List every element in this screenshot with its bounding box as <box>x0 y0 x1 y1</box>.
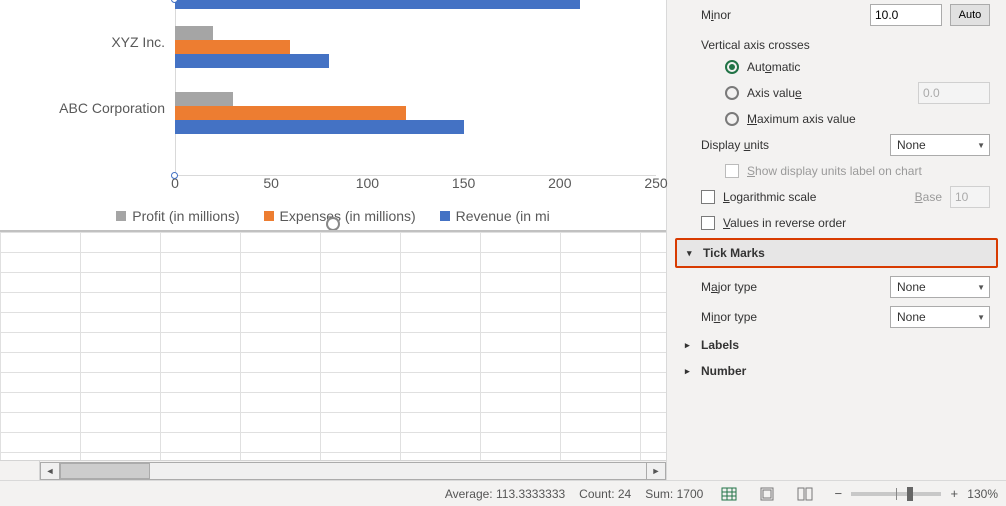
chart-area: ABC Corporation XYZ Inc. <box>0 0 666 230</box>
xtick: 100 <box>356 175 379 191</box>
chevron-down-icon: ▾ <box>687 248 697 259</box>
minor-auto-button[interactable]: Auto <box>950 4 990 26</box>
major-type-combo[interactable]: None <box>890 276 990 298</box>
show-units-label-row: Show display units label on chart <box>667 160 1006 182</box>
radio-icon <box>725 112 739 126</box>
worksheet-grid[interactable] <box>0 230 666 460</box>
scroll-left-button[interactable]: ◄ <box>40 462 60 480</box>
section-number[interactable]: ▸ Number <box>667 358 1006 384</box>
chevron-right-icon: ▸ <box>685 340 695 351</box>
zoom-level[interactable]: 130% <box>967 487 998 501</box>
scroll-thumb[interactable] <box>60 463 150 479</box>
minor-input[interactable] <box>870 4 942 26</box>
option-maximum-axis-value[interactable]: Maximum axis value <box>667 108 1006 130</box>
checkbox-icon <box>701 216 715 230</box>
xtick: 250 <box>644 175 667 191</box>
bar-profit-abc[interactable] <box>175 92 233 106</box>
zoom-slider[interactable] <box>851 492 941 496</box>
zoom-out-button[interactable]: − <box>831 487 845 501</box>
vertical-axis-crosses-label: Vertical axis crosses <box>667 30 1006 56</box>
zoom-in-button[interactable]: + <box>947 487 961 501</box>
bar-profit-xyz[interactable] <box>175 26 213 40</box>
checkbox-icon <box>725 164 739 178</box>
display-units-row: Display units None <box>667 130 1006 160</box>
checkbox-icon <box>701 190 715 204</box>
bar-revenue-abc[interactable] <box>175 120 464 134</box>
chevron-right-icon: ▸ <box>685 366 695 377</box>
legend-revenue: Revenue (in mi <box>456 208 550 224</box>
minor-type-combo[interactable]: None <box>890 306 990 328</box>
xtick: 150 <box>452 175 475 191</box>
legend-profit: Profit (in millions) <box>132 208 239 224</box>
status-sum: Sum: 1700 <box>645 487 703 501</box>
bar-expenses-abc[interactable] <box>175 106 406 120</box>
major-type-row: Major type None <box>667 272 1006 302</box>
view-normal-button[interactable] <box>717 484 741 504</box>
axis-value-input[interactable] <box>918 82 990 104</box>
reverse-order-row[interactable]: Values in reverse order <box>667 212 1006 234</box>
category-label-xyz: XYZ Inc. <box>0 34 165 50</box>
status-count: Count: 24 <box>579 487 631 501</box>
xtick: 50 <box>263 175 279 191</box>
value-axis-ticks: 0 50 100 150 200 250 <box>175 175 656 205</box>
category-label-abc: ABC Corporation <box>0 100 165 116</box>
view-page-layout-button[interactable] <box>755 484 779 504</box>
status-average: Average: 113.3333333 <box>445 487 565 501</box>
display-units-combo[interactable]: None <box>890 134 990 156</box>
format-axis-pane: Minor Auto Vertical axis crosses Automat… <box>666 0 1006 480</box>
log-base-input <box>950 186 990 208</box>
view-page-break-button[interactable] <box>793 484 817 504</box>
grid-icon <box>721 487 737 501</box>
section-labels[interactable]: ▸ Labels <box>667 332 1006 358</box>
minor-row: Minor Auto <box>667 0 1006 30</box>
page-break-icon <box>797 487 813 501</box>
chart-plot-area[interactable] <box>175 0 656 175</box>
base-label: Base <box>915 190 942 204</box>
option-automatic[interactable]: Automatic <box>667 56 1006 78</box>
zoom-control: − + 130% <box>831 487 998 501</box>
scroll-right-button[interactable]: ► <box>646 462 666 480</box>
minor-label: Minor <box>701 8 862 22</box>
option-axis-value[interactable]: Axis value <box>667 78 1006 108</box>
log-scale-row[interactable]: Logarithmic scale Base <box>667 182 1006 212</box>
xtick: 200 <box>548 175 571 191</box>
horizontal-scrollbar: ◄ ► <box>0 460 666 480</box>
status-bar: Average: 113.3333333 Count: 24 Sum: 1700… <box>0 480 1006 506</box>
page-layout-icon <box>759 487 775 501</box>
legend-expenses: Expenses (in millions) <box>280 208 416 224</box>
scroll-track[interactable] <box>60 462 646 480</box>
bar-revenue-row3[interactable] <box>175 0 580 9</box>
split-handle[interactable] <box>326 217 340 231</box>
section-tick-marks[interactable]: ▾ Tick Marks <box>675 238 998 268</box>
radio-icon <box>725 86 739 100</box>
minor-type-row: Minor type None <box>667 302 1006 332</box>
radio-icon <box>725 60 739 74</box>
bar-expenses-xyz[interactable] <box>175 40 290 54</box>
bar-revenue-xyz[interactable] <box>175 54 329 68</box>
xtick: 0 <box>171 175 179 191</box>
zoom-thumb[interactable] <box>907 487 913 501</box>
